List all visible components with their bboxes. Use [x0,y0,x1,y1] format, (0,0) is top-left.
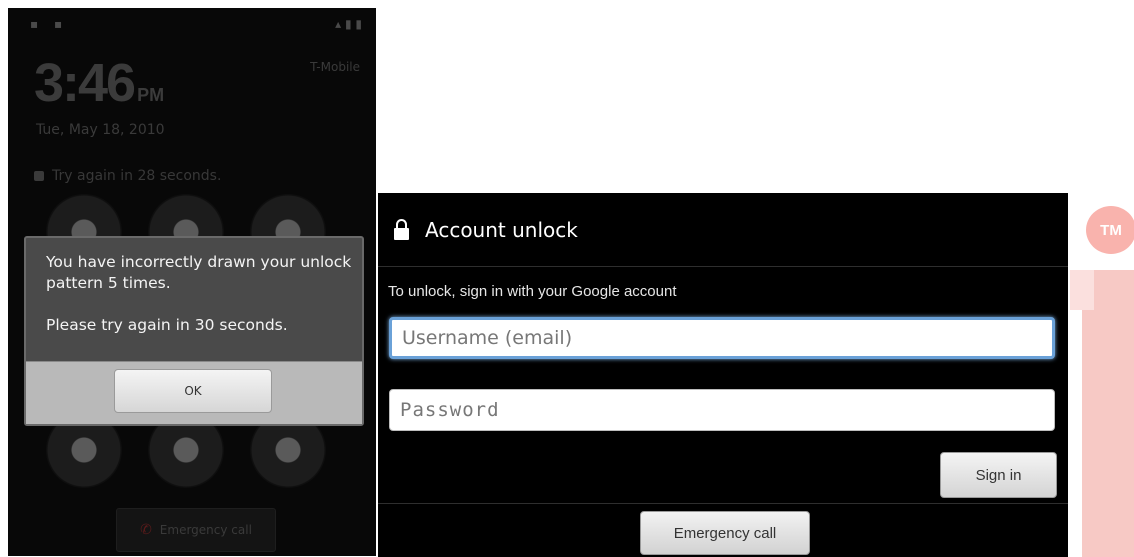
dialog-footer: OK [26,361,362,424]
username-input[interactable] [389,317,1055,359]
divider [378,503,1068,504]
watermark-numeral-icon [1070,270,1134,557]
tm-watermark-badge: TM [1086,206,1134,254]
try-again-status: Try again in 28 seconds. [34,168,221,184]
lock-clock: 3:46 PM [34,52,164,114]
title-bar: Account unlock [378,193,1068,267]
unlock-instructions: To unlock, sign in with your Google acco… [388,283,677,300]
dialog-message: You have incorrectly drawn your unlock p… [46,253,352,334]
page-title: Account unlock [425,217,578,242]
ok-button[interactable]: OK [114,369,272,413]
notification-icons: ▪ ▪ [30,17,69,31]
try-again-text: Try again in 28 seconds. [52,168,222,184]
password-input[interactable] [389,389,1055,431]
lock-icon [394,218,409,241]
lock-emergency-call-button[interactable]: ✆ Emergency call [116,508,276,552]
status-bar: ▪ ▪ ▴ ▮ ▮ [8,8,376,40]
emergency-call-button[interactable]: Emergency call [640,511,810,555]
incorrect-pattern-dialog: You have incorrectly drawn your unlock p… [24,236,364,426]
sign-in-button[interactable]: Sign in [940,452,1057,498]
phone-icon: ✆ [140,522,152,538]
lock-date: Tue, May 18, 2010 [36,122,165,138]
carrier-label: T-Mobile [310,60,360,74]
status-icons: ▴ ▮ ▮ [335,17,362,31]
lock-screen-phone: ▪ ▪ ▴ ▮ ▮ 3:46 PM T-Mobile Tue, May 18, 2… [8,8,376,556]
clock-ampm: PM [137,85,165,105]
account-unlock-screen: Account unlock To unlock, sign in with y… [378,193,1068,557]
clock-time: 3:46 [34,53,136,113]
lock-icon [34,171,44,181]
lock-emergency-label: Emergency call [159,523,252,537]
